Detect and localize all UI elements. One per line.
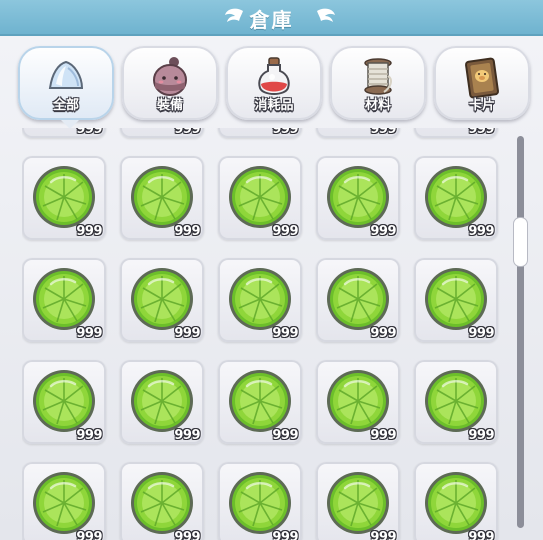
inventory-slot[interactable]: 999 — [22, 156, 106, 240]
inventory-slot[interactable]: 999 — [120, 462, 204, 540]
green-leaf-orb-icon — [131, 370, 193, 432]
item-count: 999 — [370, 530, 396, 540]
title-bar: 倉庫 — [0, 0, 543, 36]
item-count: 999 — [272, 530, 298, 540]
item-count: 999 — [174, 224, 200, 239]
inventory-slot[interactable]: 999 — [120, 128, 204, 138]
green-leaf-orb-icon — [131, 268, 193, 330]
tab-label: 裝備 — [156, 98, 183, 113]
inventory-slot[interactable]: 999 — [218, 360, 302, 444]
inventory-slot[interactable]: 999 — [218, 258, 302, 342]
item-count: 999 — [370, 224, 396, 239]
green-leaf-orb-icon — [229, 166, 291, 228]
item-count: 999 — [174, 326, 200, 341]
inventory-slot[interactable]: 999 — [218, 128, 302, 138]
tab-label: 消耗品 — [254, 98, 294, 113]
category-tabs: 全部 裝備 消耗品 材料 卡片 — [18, 46, 530, 124]
green-leaf-orb-icon — [327, 472, 389, 534]
tab-cards[interactable]: 卡片 — [434, 46, 530, 120]
green-leaf-orb-icon — [33, 472, 95, 534]
tab-consumables[interactable]: 消耗品 — [226, 46, 322, 120]
item-count: 999 — [76, 530, 102, 540]
inventory-slot[interactable]: 999 — [218, 156, 302, 240]
inventory-slot[interactable]: 999 — [316, 462, 400, 540]
inventory-slot[interactable]: 999 — [22, 462, 106, 540]
tab-label: 全部 — [52, 98, 79, 113]
green-leaf-orb-icon — [425, 472, 487, 534]
item-count: 999 — [370, 428, 396, 443]
inventory-slot[interactable]: 999 — [414, 156, 498, 240]
item-count: 999 — [76, 224, 102, 239]
right-wing-icon — [317, 8, 335, 22]
item-count: 999 — [468, 428, 494, 443]
item-count: 999 — [370, 128, 396, 137]
item-count: 999 — [370, 326, 396, 341]
green-leaf-orb-icon — [327, 166, 389, 228]
item-count: 999 — [468, 326, 494, 341]
item-count: 999 — [468, 128, 494, 137]
inventory-slot[interactable]: 999 — [316, 258, 400, 342]
inventory-slot[interactable]: 999 — [414, 462, 498, 540]
item-count: 999 — [272, 128, 298, 137]
item-count: 999 — [174, 128, 200, 137]
page-title: 倉庫 — [249, 8, 294, 32]
item-count: 999 — [76, 128, 102, 137]
inventory-slot[interactable]: 999 — [22, 258, 106, 342]
item-count: 999 — [174, 530, 200, 540]
tab-materials[interactable]: 材料 — [330, 46, 426, 120]
inventory-slot[interactable]: 999 — [218, 462, 302, 540]
green-leaf-orb-icon — [425, 370, 487, 432]
item-count: 999 — [174, 428, 200, 443]
inventory-slot[interactable]: 999 — [316, 360, 400, 444]
green-leaf-orb-icon — [425, 268, 487, 330]
inventory-slot[interactable]: 999 — [120, 156, 204, 240]
green-leaf-orb-icon — [131, 166, 193, 228]
green-leaf-orb-icon — [425, 166, 487, 228]
inventory-slot[interactable]: 999 — [120, 258, 204, 342]
item-count: 999 — [272, 224, 298, 239]
scrollbar-thumb[interactable] — [514, 218, 527, 266]
tab-label: 材料 — [364, 98, 391, 113]
green-leaf-orb-icon — [229, 472, 291, 534]
inventory-slot[interactable]: 999 — [414, 360, 498, 444]
item-count: 999 — [272, 428, 298, 443]
inventory-slot[interactable]: 999 — [120, 360, 204, 444]
item-count: 999 — [468, 224, 494, 239]
tab-all[interactable]: 全部 — [18, 46, 114, 120]
inventory-slot[interactable]: 999 — [316, 156, 400, 240]
warehouse-window: 倉庫 全部 裝備 消耗品 材料 卡片 999 999 999 999 999 9… — [0, 0, 543, 540]
tab-label: 卡片 — [468, 98, 495, 113]
item-count: 999 — [468, 530, 494, 540]
tab-equipment[interactable]: 裝備 — [122, 46, 218, 120]
inventory-slot[interactable]: 999 — [316, 128, 400, 138]
inventory-slot[interactable]: 999 — [414, 128, 498, 138]
green-leaf-orb-icon — [327, 268, 389, 330]
green-leaf-orb-icon — [229, 370, 291, 432]
inventory-slot[interactable]: 999 — [414, 258, 498, 342]
green-leaf-orb-icon — [131, 472, 193, 534]
item-count: 999 — [272, 326, 298, 341]
green-leaf-orb-icon — [229, 268, 291, 330]
green-leaf-orb-icon — [327, 370, 389, 432]
inventory-slot[interactable]: 999 — [22, 128, 106, 138]
green-leaf-orb-icon — [33, 370, 95, 432]
item-count: 999 — [76, 428, 102, 443]
green-leaf-orb-icon — [33, 268, 95, 330]
item-count: 999 — [76, 326, 102, 341]
scrollbar-track[interactable] — [517, 136, 524, 528]
green-leaf-orb-icon — [33, 166, 95, 228]
inventory-grid: 999 999 999 999 999 999 999 999 999 999 999 999 999 9… — [22, 128, 502, 540]
inventory-slot[interactable]: 999 — [22, 360, 106, 444]
